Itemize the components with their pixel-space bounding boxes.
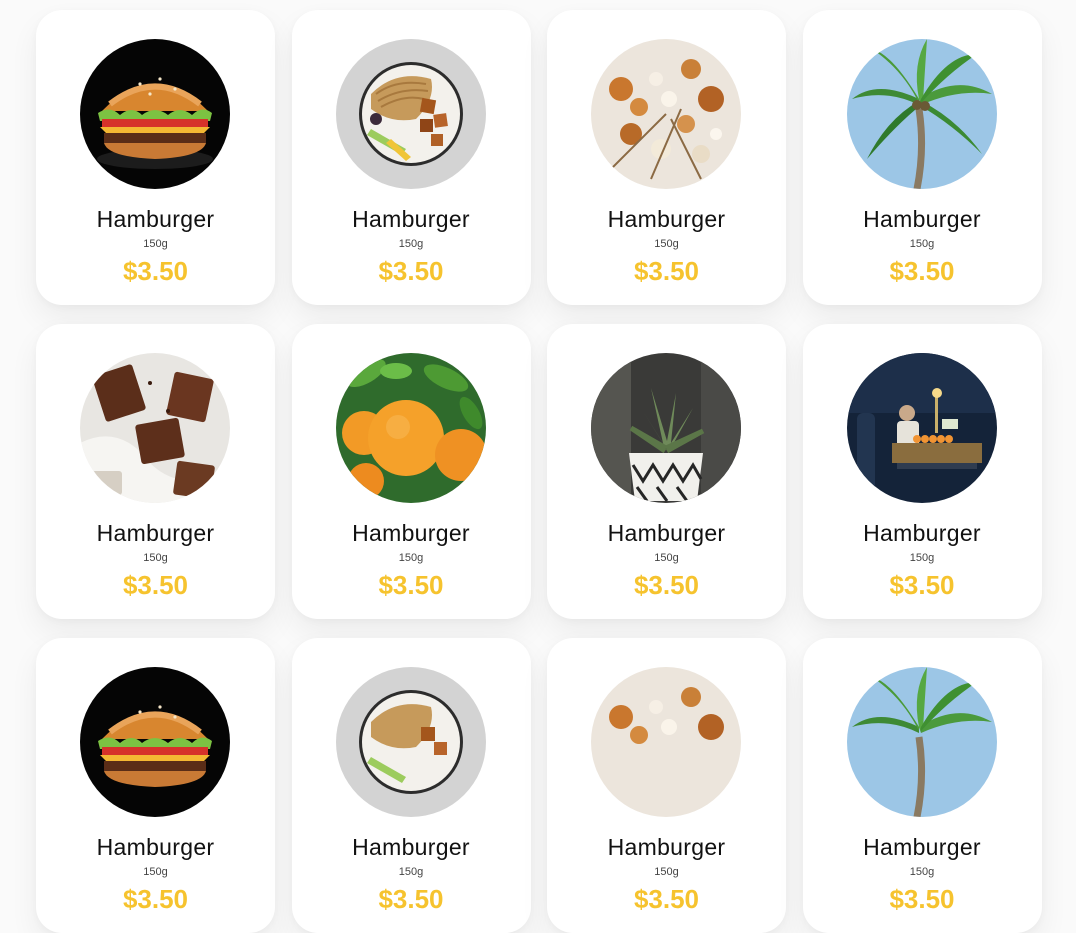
product-price: $3.50 — [378, 570, 444, 600]
product-weight: 150g — [654, 552, 679, 564]
product-weight: 150g — [909, 238, 935, 250]
product-price: $3.50 — [378, 884, 444, 914]
product-name: Hamburger — [352, 834, 470, 860]
brownies-image — [80, 353, 230, 503]
succulent-image — [591, 353, 741, 503]
palm-tree-image — [846, 667, 997, 817]
product-weight: 150g — [654, 866, 679, 878]
product-card[interactable]: Hamburger 150g $3.50 — [547, 324, 786, 619]
product-name: Hamburger — [352, 206, 470, 232]
product-weight: 150g — [398, 238, 424, 250]
product-price: $3.50 — [122, 256, 189, 286]
product-name: Hamburger — [96, 834, 215, 860]
product-weight: 150g — [909, 552, 935, 564]
burger-image — [80, 39, 230, 189]
product-price: $3.50 — [633, 884, 700, 914]
product-name: Hamburger — [607, 520, 726, 546]
product-name: Hamburger — [96, 520, 215, 546]
product-name: Hamburger — [607, 206, 726, 232]
product-price: $3.50 — [889, 884, 955, 914]
product-price: $3.50 — [122, 884, 189, 914]
product-name: Hamburger — [863, 834, 981, 860]
product-card[interactable]: Hamburger 150g $3.50 — [36, 10, 275, 305]
product-weight: 150g — [654, 238, 679, 250]
product-weight: 150g — [143, 552, 168, 564]
product-card[interactable]: Hamburger 150g $3.50 — [802, 638, 1042, 933]
market-stall-image — [846, 353, 997, 503]
product-price: $3.50 — [378, 256, 444, 286]
product-name: Hamburger — [607, 834, 726, 860]
product-name: Hamburger — [863, 206, 981, 232]
palm-tree-image — [846, 39, 997, 189]
oranges-image — [335, 353, 486, 503]
product-card[interactable]: Hamburger 150g $3.50 — [291, 324, 531, 619]
product-weight: 150g — [143, 866, 168, 878]
product-card[interactable]: Hamburger 150g $3.50 — [547, 10, 786, 305]
product-name: Hamburger — [352, 520, 470, 546]
product-card[interactable]: Hamburger 150g $3.50 — [291, 638, 531, 933]
product-card[interactable]: Hamburger 150g $3.50 — [36, 638, 275, 933]
product-weight: 150g — [398, 866, 424, 878]
product-card[interactable]: Hamburger 150g $3.50 — [802, 324, 1042, 619]
product-price: $3.50 — [633, 256, 700, 286]
product-price: $3.50 — [889, 570, 955, 600]
product-price: $3.50 — [889, 256, 955, 286]
product-weight: 150g — [143, 238, 168, 250]
product-name: Hamburger — [96, 206, 215, 232]
product-price: $3.50 — [633, 570, 700, 600]
product-price: $3.50 — [122, 570, 189, 600]
noodle-bowl-image — [335, 667, 486, 817]
burger-image — [80, 667, 230, 817]
product-grid: Hamburger 150g $3.50 Hamburger 150g $3.5… — [36, 10, 1042, 933]
product-card[interactable]: Hamburger 150g $3.50 — [291, 10, 531, 305]
product-card[interactable]: Hamburger 150g $3.50 — [36, 324, 275, 619]
product-card[interactable]: Hamburger 150g $3.50 — [802, 10, 1042, 305]
product-weight: 150g — [909, 866, 935, 878]
dried-flowers-image — [591, 667, 741, 817]
noodle-bowl-image — [335, 39, 486, 189]
product-name: Hamburger — [863, 520, 981, 546]
product-card[interactable]: Hamburger 150g $3.50 — [547, 638, 786, 933]
dried-flowers-image — [591, 39, 741, 189]
product-weight: 150g — [398, 552, 424, 564]
